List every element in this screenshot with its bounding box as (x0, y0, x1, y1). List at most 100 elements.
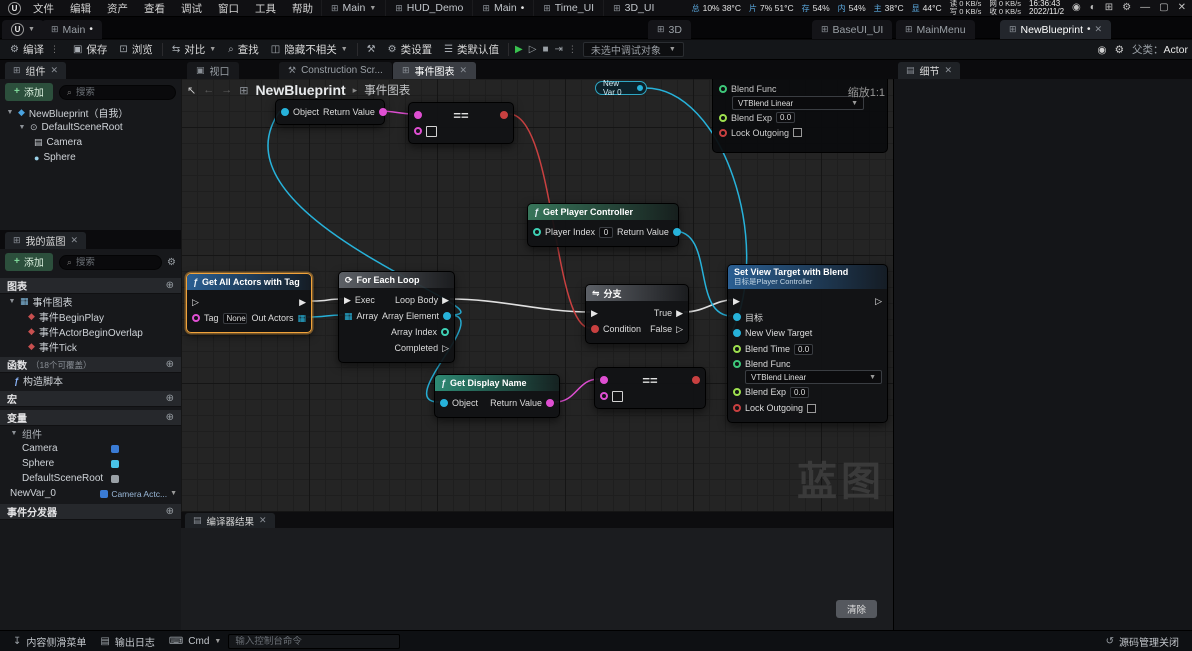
tag-pin[interactable] (192, 314, 200, 322)
blend-func-pin[interactable] (733, 359, 741, 368)
tab-construction-script[interactable]: ⚒ Construction Scr... (279, 62, 392, 79)
menu-tools[interactable]: 工具 (247, 1, 284, 16)
node-set-view-target-with-blend[interactable]: Set View Target with Blend 目标是Player Con… (727, 264, 888, 423)
row-components-category[interactable]: ▼ 组件 (0, 426, 181, 441)
output-log-button[interactable]: ▤ 输出日志 (93, 634, 161, 649)
section-event-dispatchers[interactable]: 事件分发器 ⊕ (0, 504, 181, 520)
loop-body-pin[interactable]: ▶ (442, 295, 449, 305)
settings-gear-icon[interactable]: ⚙ (1122, 3, 1131, 13)
breadcrumb-current[interactable]: 事件图表 (364, 82, 410, 98)
add-function-icon[interactable]: ⊕ (166, 359, 174, 370)
class-defaults-button[interactable]: ☰ 类默认值 (438, 40, 505, 59)
menu-file[interactable]: 文件 (25, 1, 62, 16)
add-blueprint-item-button[interactable]: + 添加 (5, 253, 53, 271)
blend-exp-field[interactable]: 0.0 (776, 112, 796, 123)
doc-tab-hud-demo[interactable]: ⊞ HUD_Demo (385, 0, 472, 16)
out-actors-array-pin[interactable]: ▦ (297, 313, 306, 323)
component-row-sphere[interactable]: ● Sphere (0, 150, 181, 165)
component-row-camera[interactable]: ▤ Camera (0, 135, 181, 150)
output-pin[interactable] (637, 85, 643, 91)
parent-class-link[interactable]: Actor (1163, 44, 1188, 56)
blend-exp-field[interactable]: 0.0 (790, 386, 810, 398)
play-options-icon[interactable]: ⋮ (566, 44, 579, 55)
tab-my-blueprint[interactable]: ⊞ 我的蓝图 ✕ (5, 232, 87, 249)
node-equal-bottom[interactable]: == (594, 367, 706, 409)
tab-viewport[interactable]: ▣ 视口 (187, 62, 239, 79)
return-value-pin[interactable] (672, 228, 681, 236)
gear-icon[interactable]: ⚙ (1115, 44, 1124, 56)
exec-in-pin[interactable]: ▶ (344, 295, 351, 305)
menu-edit[interactable]: 编辑 (62, 1, 99, 16)
lock-outgoing-pin[interactable] (733, 404, 741, 412)
blend-time-pin[interactable] (733, 345, 741, 353)
menu-view[interactable]: 查看 (136, 1, 173, 16)
add-macro-icon[interactable]: ⊕ (166, 393, 174, 404)
asset-tab-main[interactable]: ⊞ Main • (42, 20, 102, 39)
blend-func-pin[interactable] (719, 84, 727, 93)
blend-func-dropdown[interactable]: VTBlend Linear ▼ (732, 96, 864, 110)
exec-in-pin[interactable]: ▶ (733, 296, 740, 306)
class-settings-button[interactable]: ⚙ 类设置 (382, 40, 438, 59)
find-button[interactable]: ⌕ 查找 (222, 40, 265, 59)
lock-outgoing-checkbox[interactable] (807, 403, 817, 413)
exec-in-pin[interactable]: ▷ (192, 297, 199, 307)
hide-unrelated-button[interactable]: ◫ 隐藏不相关 ▼ (265, 40, 354, 59)
player-index-pin[interactable] (533, 228, 541, 236)
node-branch[interactable]: ⇋ 分支 ▶ True ▶ Condition False ▷ (585, 284, 689, 344)
close-tab-icon[interactable]: ✕ (51, 65, 59, 76)
app-selector[interactable]: ⊞ Main ▼ (321, 0, 385, 16)
result-pin[interactable] (692, 376, 700, 384)
add-dispatcher-icon[interactable]: ⊕ (166, 506, 174, 517)
asset-tab-mainmenu[interactable]: ⊞ MainMenu (896, 20, 975, 39)
expander-icon[interactable]: ▼ (18, 124, 26, 131)
player-index-field[interactable]: 0 (599, 226, 614, 238)
forward-arrow-icon[interactable]: → (221, 84, 232, 96)
node-get-display-name[interactable]: ƒ Get Display Name Object Return Value (434, 374, 560, 418)
browse-button[interactable]: ⊡ 浏览 (113, 40, 158, 59)
content-drawer-button[interactable]: ↧ 内容侧滑菜单 (6, 634, 93, 649)
array-index-pin[interactable] (441, 328, 449, 336)
add-component-button[interactable]: + 添加 (5, 83, 53, 101)
console-input[interactable] (235, 635, 394, 647)
component-row-root[interactable]: ▼ ◆ NewBlueprint（自我） (0, 105, 181, 120)
tab-event-graph[interactable]: ⊞ 事件图表 ✕ (393, 62, 477, 79)
close-icon[interactable]: ✕ (1178, 3, 1186, 13)
tab-compiler-results[interactable]: ▤ 编译器结果 ✕ (185, 513, 275, 528)
doc-tab-main[interactable]: ⊞ Main • (472, 0, 533, 16)
input-b-pin[interactable] (600, 392, 608, 400)
section-macros[interactable]: 宏 ⊕ (0, 391, 181, 407)
close-tab-icon[interactable]: ✕ (945, 65, 953, 76)
close-tab-icon[interactable]: ✕ (460, 65, 468, 76)
blend-exp-pin[interactable] (733, 388, 741, 396)
compile-options-icon[interactable]: ⋮ (48, 44, 61, 55)
node-for-each-loop[interactable]: ⟳ For Each Loop ▶ Exec Loop Body ▶ ▦ Arr… (338, 271, 455, 363)
row-construction-script[interactable]: ƒ 构造脚本 (0, 373, 181, 389)
condition-pin[interactable] (591, 325, 599, 333)
theme-moon-icon[interactable]: ◐ (1090, 3, 1096, 13)
frame-advance-button[interactable]: ⇥ (552, 44, 566, 55)
menu-debug[interactable]: 调试 (173, 1, 210, 16)
section-variables[interactable]: 变量 ⊕ (0, 410, 181, 426)
diff-button[interactable]: ⇆ 对比 ▼ (166, 40, 222, 59)
blend-func-dropdown[interactable]: VTBlend Linear ▼ (745, 370, 882, 384)
myblueprint-search[interactable]: ⌕ (58, 254, 163, 270)
node-get-player-controller[interactable]: ƒ Get Player Controller Player Index 0 R… (527, 203, 681, 247)
object-pin[interactable] (440, 399, 448, 407)
asset-tab-3d[interactable]: ⊞ 3D (648, 20, 691, 39)
menu-help[interactable]: 帮助 (284, 1, 321, 16)
doc-tab-time-ui[interactable]: ⊞ Time_UI (533, 0, 603, 16)
return-value-pin[interactable] (378, 108, 387, 116)
layout-grid-icon[interactable]: ⊞ (1105, 3, 1113, 13)
add-variable-icon[interactable]: ⊕ (166, 412, 174, 423)
row-var-newvar[interactable]: NewVar_0 Camera Actc... ▼ (0, 486, 181, 501)
node-equal-top[interactable]: == (408, 102, 514, 144)
input-b-pin[interactable] (414, 127, 422, 135)
myblueprint-search-input[interactable] (75, 256, 155, 268)
tag-value-field[interactable]: None (222, 312, 248, 324)
result-pin[interactable] (500, 111, 508, 119)
false-pin[interactable]: ▷ (676, 324, 683, 334)
compile-button[interactable]: ⚙ 编译 ⋮ (4, 40, 67, 59)
event-graph-canvas[interactable]: ↖ ← → ⊞ NewBlueprint ▸ 事件图表 缩放1:1 蓝图 Obj… (181, 79, 893, 512)
expander-icon[interactable]: ▼ (6, 109, 14, 116)
components-search-input[interactable] (75, 86, 168, 98)
